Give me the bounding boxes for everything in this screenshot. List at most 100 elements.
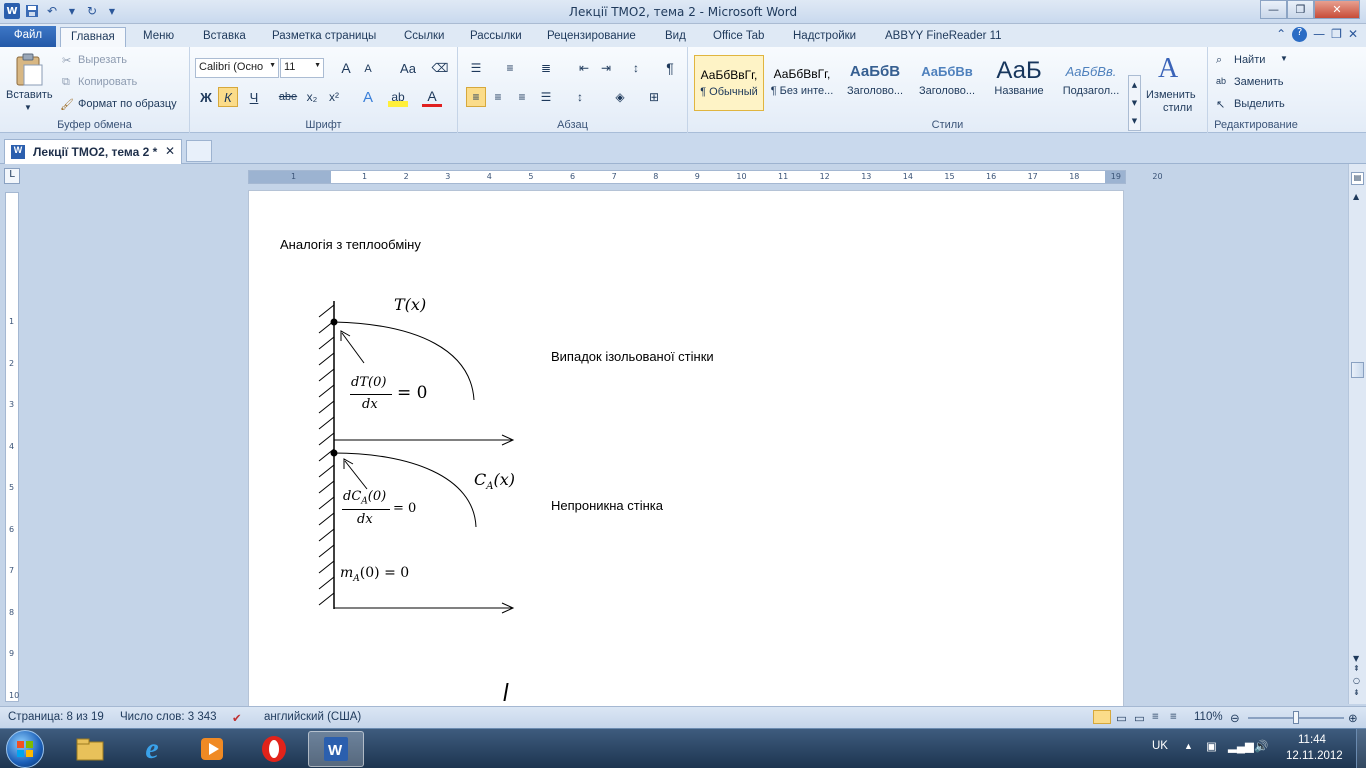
change-styles-button-line2[interactable]: стили [1163,102,1192,114]
tab-insert[interactable]: Вставка [203,27,246,47]
highlight-icon[interactable]: ab [388,87,408,107]
increase-indent-icon[interactable]: ⇥ [596,58,616,78]
document-page[interactable]: Аналогія з теплообміну T(x) dT(0) dx = 0… [248,190,1124,710]
volume-icon[interactable]: 🔊 [1254,739,1268,753]
italic-button[interactable]: К [218,87,238,107]
paste-button[interactable]: Вставить [6,89,53,101]
zoom-out-icon[interactable]: ⊖ [1230,711,1240,725]
grow-font-button[interactable]: A [336,58,356,78]
shrink-font-button[interactable]: A [358,59,378,79]
minimize-button[interactable]: — [1260,0,1287,19]
vertical-ruler[interactable]: 1234567891011 [5,192,19,741]
change-styles-icon[interactable]: A [1158,53,1178,85]
clock-date[interactable]: 12.11.2012 [1286,750,1343,762]
status-word-count[interactable]: Число слов: 3 343 [120,711,217,723]
paste-icon[interactable] [14,53,44,87]
tab-references[interactable]: Ссылки [404,27,445,47]
font-color-icon[interactable]: A [422,87,442,107]
zoom-slider-thumb[interactable] [1293,711,1299,724]
format-painter-button[interactable]: Формат по образцу [78,98,177,110]
tab-page-layout[interactable]: Разметка страницы [272,27,376,47]
cut-button[interactable]: Вырезать [78,54,127,66]
subscript-icon[interactable]: x₂ [302,87,322,107]
doc-close-icon[interactable]: ✕ [1348,27,1358,42]
ruler-toggle-icon[interactable]: ▤ [1351,172,1364,185]
zoom-level[interactable]: 110% [1194,711,1223,723]
bold-button[interactable]: Ж [196,87,216,107]
tab-addins[interactable]: Надстройки [793,27,856,47]
status-page[interactable]: Страница: 8 из 19 [8,711,104,723]
find-button[interactable]: Найти [1234,54,1265,66]
outline-view-icon[interactable]: ≡ [1152,711,1159,723]
tab-stop-selector[interactable]: L [4,168,20,184]
web-layout-view-icon[interactable]: ▭ [1134,711,1145,725]
opera-icon[interactable] [246,731,302,767]
full-screen-view-icon[interactable]: ▭ [1116,711,1127,725]
justify-icon[interactable]: ☰ [536,87,556,107]
word-taskbar-icon[interactable]: W [308,731,364,767]
close-tab-icon[interactable]: ✕ [165,144,175,158]
font-size-combo[interactable]: 11 ▼ [280,58,324,78]
clear-format-icon[interactable]: ⌫ [430,58,450,78]
sort-icon[interactable]: ↕ [626,58,646,78]
scroll-thumb[interactable] [1351,362,1364,378]
tab-mailings[interactable]: Рассылки [470,27,522,47]
vertical-scrollbar[interactable]: ▤ ▲ ▼ ⇞ ○ ⇟ [1348,164,1366,704]
style-heading2[interactable]: АаБбВв Заголово... [912,55,982,111]
network-signal-icon[interactable]: ▂▄▆ [1228,739,1254,753]
paste-dropdown-icon[interactable]: ▼ [24,103,32,112]
copy-button[interactable]: Копировать [78,76,137,88]
decrease-indent-icon[interactable]: ⇤ [574,58,594,78]
align-right-icon[interactable]: ≡ [512,87,532,107]
doc-minimize-icon[interactable]: — [1313,27,1325,42]
tab-review[interactable]: Рецензирование [547,27,636,47]
proofing-icon[interactable]: ✔ [232,711,242,725]
line-spacing-icon[interactable]: ↕ [570,87,590,107]
doc-restore-icon[interactable]: ❐ [1331,27,1342,42]
internet-explorer-icon[interactable]: e [124,731,180,767]
borders-icon[interactable]: ⊞ [644,87,664,107]
find-dropdown-icon[interactable]: ▼ [1280,54,1288,63]
tab-home[interactable]: Главная [60,27,126,47]
horizontal-ruler[interactable]: 1 1 2 3 4 5 6 7 8 9 10 11 12 13 14 15 16 17 18 19 20 [248,170,1163,184]
tab-office-tab[interactable]: Office Tab [713,27,764,47]
maximize-button[interactable]: ❐ [1287,0,1314,19]
align-center-icon[interactable]: ≡ [488,87,508,107]
change-case-button[interactable]: Aa [394,58,422,78]
close-button[interactable]: ✕ [1314,0,1360,19]
style-normal[interactable]: АаБбВвГг, ¶ Обычный [694,55,764,111]
browse-object-icon[interactable]: ○ [1353,676,1360,685]
minimize-ribbon-icon[interactable]: ⌃ [1276,27,1286,42]
style-subtitle[interactable]: АаБбВв. Подзагол... [1056,55,1126,111]
align-left-icon[interactable]: ≡ [466,87,486,107]
tray-device-icon[interactable]: ▣ [1206,739,1217,753]
underline-button[interactable]: Ч [244,87,264,107]
status-language[interactable]: английский (США) [264,711,361,723]
explorer-icon[interactable] [62,731,118,767]
scroll-up-icon[interactable]: ▲ [1353,192,1359,201]
next-page-icon[interactable]: ⇟ [1353,688,1360,697]
numbering-icon[interactable]: ≡ [500,58,520,78]
tray-expand-icon[interactable]: ▲ [1184,741,1193,751]
show-desktop-button[interactable] [1356,729,1366,768]
bullets-icon[interactable]: ☰ [466,58,486,78]
new-tab-button[interactable] [186,140,212,162]
text-effects-icon[interactable]: A [358,87,378,107]
tab-menu[interactable]: Меню [143,27,174,47]
superscript-icon[interactable]: x² [324,87,344,107]
strikethrough-button[interactable]: abe [278,87,298,107]
style-no-spacing[interactable]: АаБбВвГг, ¶ Без инте... [767,55,837,111]
start-button[interactable] [6,730,44,768]
replace-button[interactable]: Заменить [1234,76,1283,88]
print-layout-view-icon[interactable] [1093,710,1111,724]
style-heading1[interactable]: АаБбВ Заголово... [840,55,910,111]
zoom-in-icon[interactable]: ⊕ [1348,711,1358,725]
document-tab[interactable]: W Лекції ТМО2, тема 2 * ✕ [4,139,182,164]
font-family-combo[interactable]: Calibri (Осно ▼ [195,58,279,78]
multilevel-list-icon[interactable]: ≣ [536,58,556,78]
show-marks-icon[interactable]: ¶ [660,58,680,78]
help-icon[interactable]: ? [1292,27,1308,42]
change-styles-button[interactable]: Изменить [1146,89,1196,101]
tab-file[interactable]: Файл [0,26,56,47]
clock-time[interactable]: 11:44 [1298,734,1326,746]
